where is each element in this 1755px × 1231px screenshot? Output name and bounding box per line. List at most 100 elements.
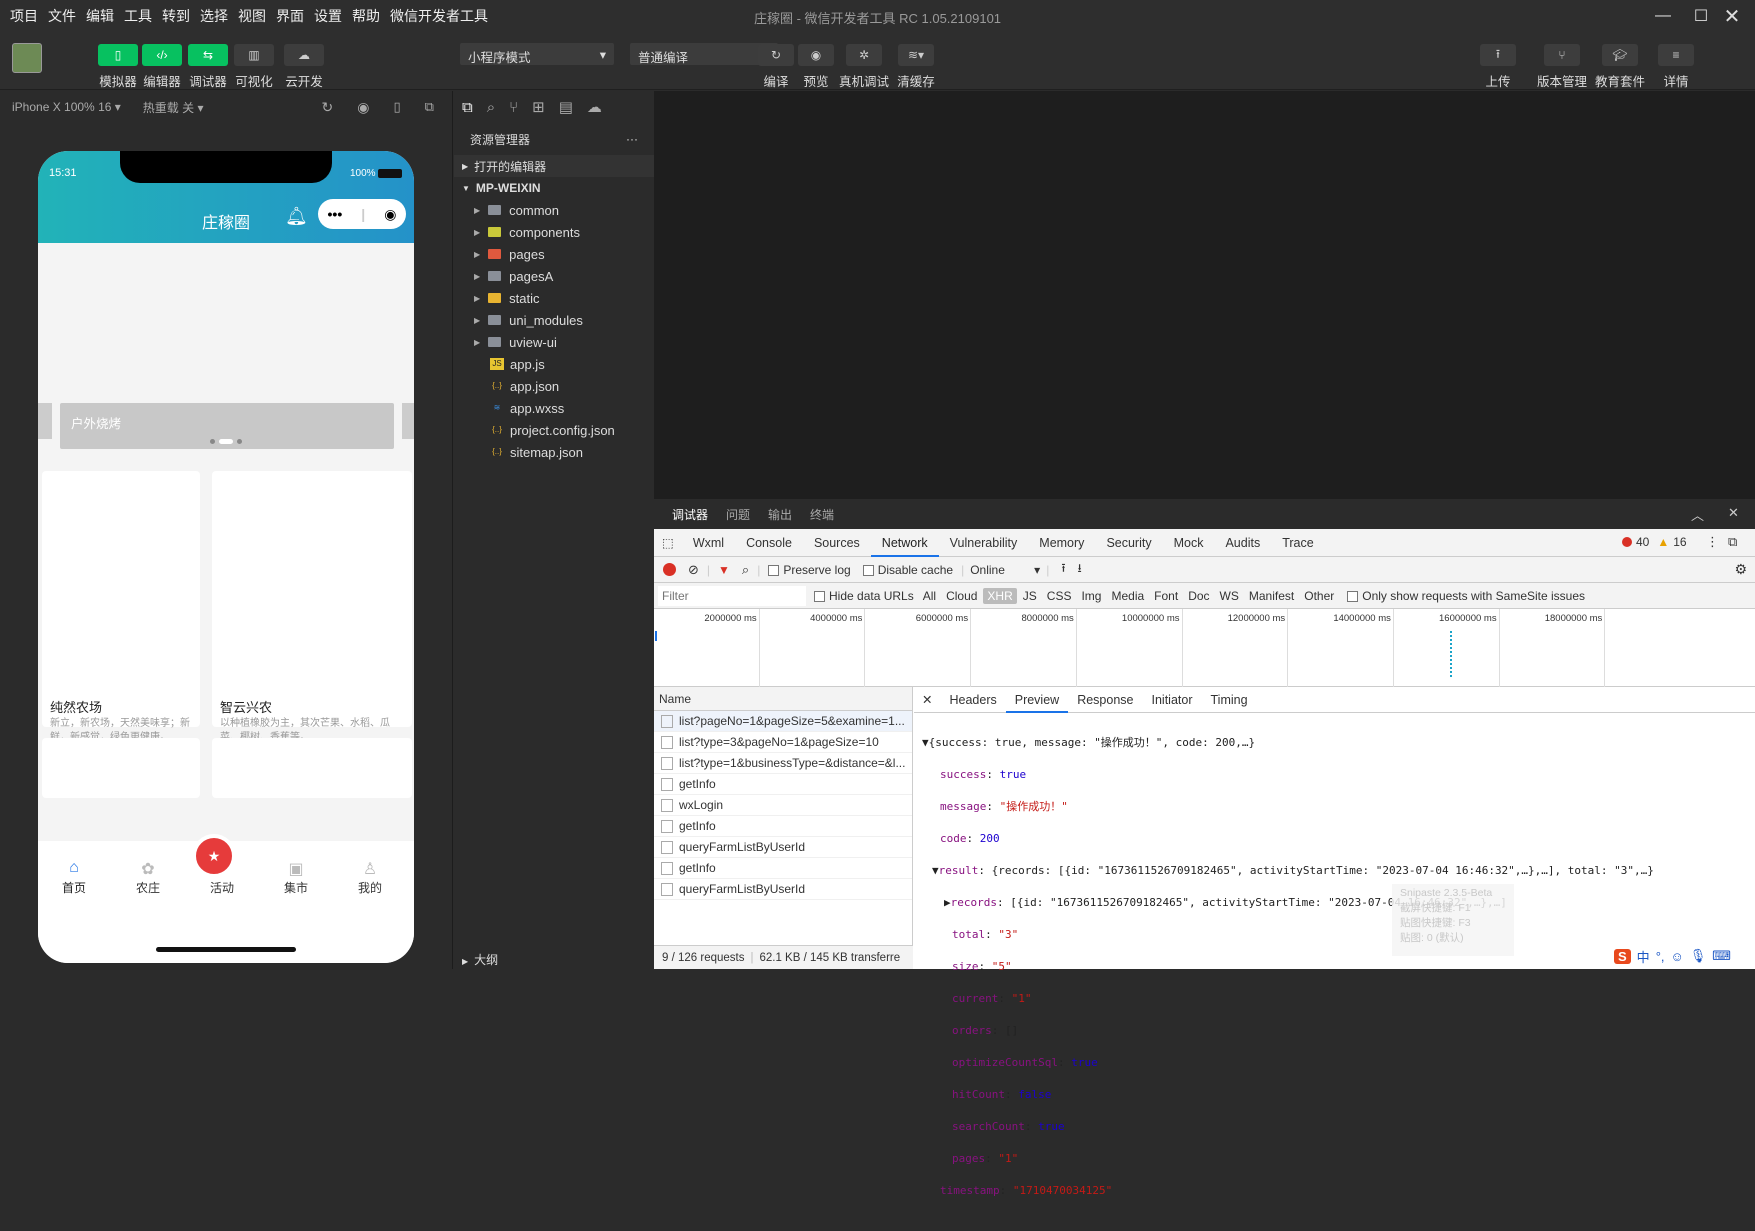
import-har-icon[interactable]: ⭱ bbox=[1061, 559, 1065, 580]
network-timeline[interactable]: 2000000 ms 4000000 ms 6000000 ms 8000000 ms… bbox=[654, 609, 1755, 687]
devtools-tab-trace[interactable]: Trace bbox=[1271, 529, 1325, 557]
detail-tab-timing[interactable]: Timing bbox=[1202, 687, 1257, 713]
close-window-button[interactable]: ✕ bbox=[1709, 0, 1755, 32]
rotate-icon[interactable]: ↻ bbox=[321, 99, 333, 116]
file-app.js[interactable]: JS app.js bbox=[454, 353, 654, 375]
mode-select[interactable]: 小程序模式 ▾ bbox=[460, 43, 614, 65]
phone-button[interactable]: ▯ 模拟器 bbox=[94, 44, 142, 90]
menu-item[interactable]: 项目 bbox=[10, 6, 46, 26]
request-row[interactable]: getInfo bbox=[654, 858, 912, 879]
file-project.config.json[interactable]: {..} project.config.json bbox=[454, 419, 654, 441]
detail-tab-headers[interactable]: Headers bbox=[940, 687, 1005, 713]
request-row[interactable]: getInfo bbox=[654, 816, 912, 837]
samesite-checkbox[interactable]: Only show requests with SameSite issues bbox=[1347, 589, 1585, 603]
more-icon[interactable]: ••• bbox=[328, 206, 343, 222]
search-icon[interactable]: ⌕ bbox=[487, 99, 495, 116]
menu-item[interactable]: 视图 bbox=[238, 6, 274, 26]
detail-tab-initiator[interactable]: Initiator bbox=[1143, 687, 1202, 713]
ime-bar[interactable]: S 中 °, ☺ 🎙︎ ⌨ bbox=[1614, 944, 1754, 968]
layers-button[interactable]: ≋▾ 清缓存 bbox=[892, 44, 940, 90]
devtools-tab-security[interactable]: Security bbox=[1095, 529, 1162, 557]
folder-static[interactable]: ▶ static bbox=[454, 287, 654, 309]
files-icon[interactable]: ⧉ bbox=[462, 99, 473, 116]
menu-item[interactable]: 转到 bbox=[162, 6, 198, 26]
cloud-button[interactable]: ☁ 云开发 bbox=[280, 44, 328, 90]
kebab-menu-icon[interactable]: ⋮ bbox=[1706, 534, 1719, 550]
banner-slide[interactable]: 户外烧烤 bbox=[60, 403, 394, 449]
devtools-tab-sources[interactable]: Sources bbox=[803, 529, 871, 557]
file-app.wxss[interactable]: ≋ app.wxss bbox=[454, 397, 654, 419]
folder-common[interactable]: ▶ common bbox=[454, 199, 654, 221]
menu-item[interactable]: 设置 bbox=[314, 6, 350, 26]
code-button[interactable]: ‹/› 编辑器 bbox=[138, 44, 186, 90]
close-capsule-icon[interactable]: ◉ bbox=[384, 206, 396, 223]
menu-item[interactable]: 界面 bbox=[276, 6, 312, 26]
request-row[interactable]: wxLogin bbox=[654, 795, 912, 816]
file-app.json[interactable]: {..} app.json bbox=[454, 375, 654, 397]
type-filter-other[interactable]: Other bbox=[1300, 588, 1338, 604]
tab-sprout[interactable]: ✿ 农庄 bbox=[124, 859, 172, 896]
menu-item[interactable]: 工具 bbox=[124, 6, 160, 26]
devtools-tab-console[interactable]: Console bbox=[735, 529, 803, 557]
detail-tab-response[interactable]: Response bbox=[1068, 687, 1142, 713]
request-row[interactable]: list?type=1&businessType=&distance=&l... bbox=[654, 753, 912, 774]
phone-icon[interactable]: ▯ bbox=[393, 99, 400, 115]
stop-icon[interactable]: ◉ bbox=[357, 99, 369, 116]
layout-button[interactable]: ▥ 可视化 bbox=[230, 44, 278, 90]
popout-icon[interactable]: ⧉ bbox=[425, 99, 434, 115]
menu-item[interactable]: 帮助 bbox=[352, 6, 388, 26]
folder-components[interactable]: ▶ components bbox=[454, 221, 654, 243]
bell-icon[interactable]: 🔔︎ bbox=[285, 206, 308, 227]
disable-cache-checkbox[interactable]: Disable cache bbox=[862, 563, 953, 577]
type-filter-font[interactable]: Font bbox=[1150, 588, 1182, 604]
type-filter-cloud[interactable]: Cloud bbox=[942, 588, 981, 604]
devtools-tab-audits[interactable]: Audits bbox=[1214, 529, 1271, 557]
more-actions-icon[interactable]: ··· bbox=[626, 132, 638, 146]
name-column-header[interactable]: Name bbox=[654, 687, 912, 711]
detail-tab-preview[interactable]: Preview bbox=[1005, 687, 1069, 713]
image-icon[interactable]: ▤ bbox=[559, 98, 573, 116]
devtools-tab-network[interactable]: Network bbox=[870, 529, 939, 557]
type-filter-js[interactable]: JS bbox=[1019, 588, 1041, 604]
debug-button[interactable]: ⇆ 调试器 bbox=[184, 44, 232, 90]
request-row[interactable]: queryFarmListByUserId bbox=[654, 837, 912, 858]
type-filter-media[interactable]: Media bbox=[1107, 588, 1148, 604]
type-filter-xhr[interactable]: XHR bbox=[983, 587, 1017, 604]
clear-icon[interactable]: ⊘ bbox=[688, 562, 699, 578]
open-editors-section[interactable]: ▶ 打开的编辑器 bbox=[454, 155, 654, 177]
request-row[interactable]: list?type=3&pageNo=1&pageSize=10 bbox=[654, 732, 912, 753]
collapse-icon[interactable]: ︿ bbox=[1691, 505, 1704, 524]
record-icon[interactable] bbox=[663, 563, 676, 576]
folder-uni_modules[interactable]: ▶ uni_modules bbox=[454, 309, 654, 331]
filter-icon[interactable]: ▼ bbox=[718, 563, 730, 577]
menu-item[interactable]: 选择 bbox=[200, 6, 236, 26]
type-filter-css[interactable]: CSS bbox=[1043, 588, 1076, 604]
filter-input[interactable] bbox=[658, 585, 806, 606]
farm-card[interactable]: 智云兴农以种植橡胶为主，其次芒果、水稻、瓜菜、椰树、香蕉等。农场放心购 bbox=[212, 471, 412, 768]
request-row[interactable]: queryFarmListByUserId bbox=[654, 879, 912, 900]
devtools-top-tab[interactable]: 调试器 bbox=[654, 506, 708, 523]
preview-root[interactable]: ▼{success: true, message: "操作成功！", code:… bbox=[922, 735, 1654, 751]
folder-uview-ui[interactable]: ▶ uview-ui bbox=[454, 331, 654, 353]
menu-item[interactable]: 编辑 bbox=[86, 6, 122, 26]
dock-icon[interactable]: ⧉ bbox=[1728, 534, 1737, 550]
tab-user[interactable]: ♙ 我的 bbox=[346, 859, 394, 896]
devtools-tab-wxml[interactable]: Wxml bbox=[682, 529, 735, 557]
preserve-log-checkbox[interactable]: Preserve log bbox=[768, 563, 851, 577]
outline-section[interactable]: ▶ 大纲 bbox=[462, 951, 498, 968]
branch-button[interactable]: ⑂ 版本管理 bbox=[1537, 44, 1587, 90]
close-devtools-icon[interactable]: ✕ bbox=[1728, 505, 1739, 521]
tab-star-badge[interactable]: 活动 bbox=[198, 859, 246, 896]
records-node[interactable]: ▶records: [{id: "1673611526709182465", a… bbox=[922, 895, 1654, 911]
hot-reload-toggle[interactable]: 热重载 关 ▾ bbox=[143, 99, 204, 116]
capsule-menu[interactable]: ••• | ◉ bbox=[318, 199, 406, 229]
request-row[interactable]: list?pageNo=1&pageSize=5&examine=1... bbox=[654, 711, 912, 732]
result-node[interactable]: ▼result: {records: [{id: "16736115267091… bbox=[922, 863, 1654, 879]
docker-icon[interactable]: ☁ bbox=[587, 98, 602, 116]
request-row[interactable]: getInfo bbox=[654, 774, 912, 795]
search-network-icon[interactable]: ⌕ bbox=[742, 562, 749, 578]
upload-button[interactable]: ⭱ 上传 bbox=[1474, 44, 1522, 90]
devtools-tab-vulnerability[interactable]: Vulnerability bbox=[939, 529, 1029, 557]
folder-pages[interactable]: ▶ pages bbox=[454, 243, 654, 265]
issue-counter[interactable]: 40 ▲ 16 bbox=[1622, 535, 1687, 549]
